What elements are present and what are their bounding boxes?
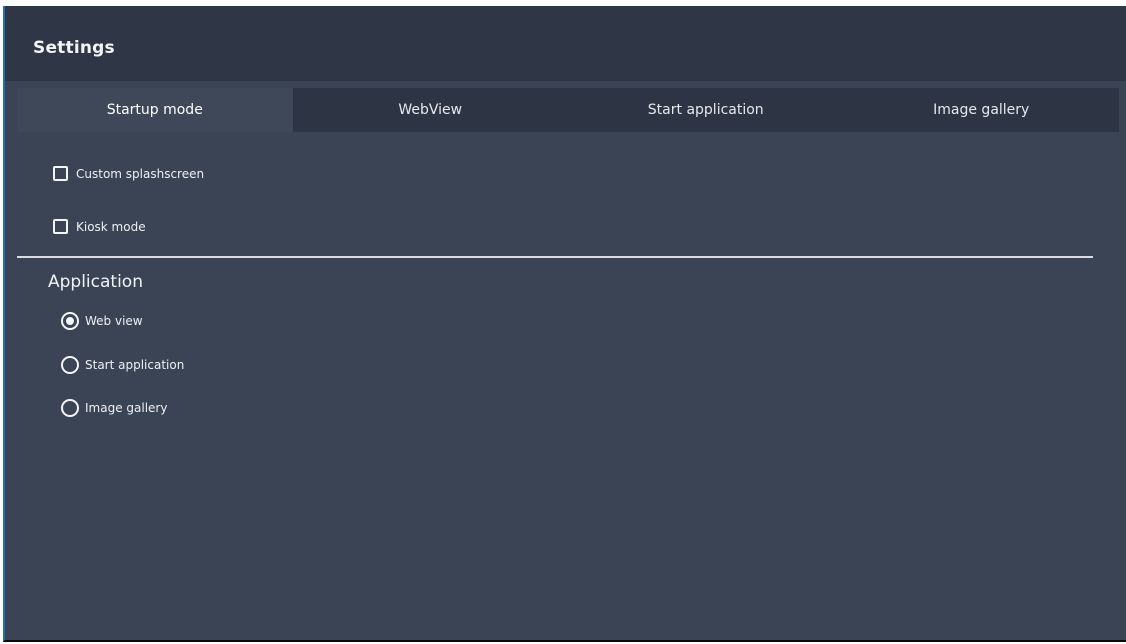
start-application-radio[interactable] <box>61 356 79 374</box>
application-section-title: Application <box>48 272 143 292</box>
tab-image-gallery[interactable]: Image gallery <box>843 88 1119 132</box>
settings-window: Settings Startup mode WebView Start appl… <box>3 6 1126 642</box>
radio-selected-dot <box>66 317 74 325</box>
tab-startup-mode[interactable]: Startup mode <box>17 88 293 132</box>
title-bar: Settings <box>5 6 1126 81</box>
radio-option-web-view[interactable]: Web view <box>61 312 143 330</box>
start-application-label: Start application <box>85 358 185 372</box>
image-gallery-radio[interactable] <box>61 399 79 417</box>
tab-webview[interactable]: WebView <box>292 88 568 132</box>
window-title: Settings <box>33 38 115 58</box>
web-view-label: Web view <box>85 314 143 328</box>
radio-option-image-gallery[interactable]: Image gallery <box>61 399 167 417</box>
tab-start-application[interactable]: Start application <box>568 88 844 132</box>
section-divider <box>17 256 1093 258</box>
kiosk-mode-option[interactable]: Kiosk mode <box>53 219 146 234</box>
custom-splashscreen-option[interactable]: Custom splashscreen <box>53 166 204 181</box>
custom-splashscreen-label: Custom splashscreen <box>76 166 205 181</box>
custom-splashscreen-checkbox[interactable] <box>53 166 68 181</box>
image-gallery-label: Image gallery <box>85 401 168 415</box>
kiosk-mode-label: Kiosk mode <box>76 219 146 234</box>
radio-option-start-application[interactable]: Start application <box>61 356 184 374</box>
tab-bar: Startup mode WebView Start application I… <box>17 88 1119 132</box>
web-view-radio[interactable] <box>61 312 79 330</box>
kiosk-mode-checkbox[interactable] <box>53 219 68 234</box>
